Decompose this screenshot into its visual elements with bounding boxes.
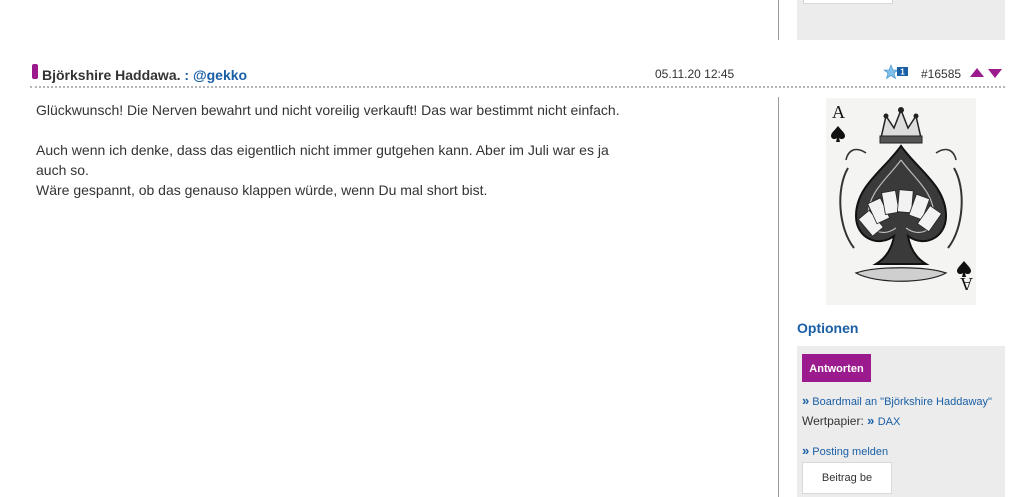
post-marker bbox=[32, 64, 38, 79]
previous-post-divider bbox=[778, 0, 779, 40]
svg-text:A: A bbox=[960, 274, 973, 294]
wertpapier-line: Wertpapier: » DAX bbox=[802, 413, 900, 428]
reply-button[interactable]: Antworten bbox=[802, 354, 871, 382]
vote-up-icon[interactable] bbox=[970, 68, 984, 77]
report-posting-label[interactable]: Posting melden bbox=[812, 446, 888, 458]
previous-post-save-box[interactable] bbox=[803, 0, 893, 4]
double-chevron-icon: » bbox=[802, 393, 810, 408]
wertpapier-label: Wertpapier: bbox=[802, 414, 864, 428]
wertpapier-link[interactable]: DAX bbox=[878, 416, 901, 428]
boardmail-link[interactable]: » Boardmail an "Björkshire Haddaway" bbox=[802, 393, 992, 408]
author-separator: : bbox=[180, 67, 193, 83]
post-date: 05.11.20 12:45 bbox=[655, 67, 735, 81]
double-chevron-icon: » bbox=[802, 443, 810, 458]
previous-post-options-panel bbox=[797, 0, 1005, 40]
reply-to-user[interactable]: @gekko bbox=[193, 67, 247, 83]
report-posting-link[interactable]: » Posting melden bbox=[802, 443, 888, 458]
boardmail-label[interactable]: Boardmail an "Björkshire Haddaway" bbox=[812, 396, 992, 408]
vote-down-icon[interactable] bbox=[988, 69, 1002, 78]
post-paragraph: Glückwunsch! Die Nerven bewahrt und nich… bbox=[36, 102, 620, 118]
options-title: Optionen bbox=[797, 320, 859, 336]
author-name[interactable]: Björkshire Haddawa. bbox=[42, 67, 181, 83]
ace-of-spades-avatar[interactable]: A A bbox=[826, 98, 976, 305]
content-sidebar-divider bbox=[778, 97, 779, 497]
header-separator bbox=[30, 86, 1005, 88]
post-body: Glückwunsch! Die Nerven bewahrt und nich… bbox=[36, 100, 626, 200]
star-rating-icon[interactable]: 1 bbox=[883, 64, 909, 80]
double-chevron-icon: » bbox=[867, 413, 875, 428]
svg-text:A: A bbox=[832, 102, 845, 122]
star-count: 1 bbox=[900, 68, 905, 77]
post-author-line: Björkshire Haddawa. : @gekko bbox=[42, 67, 247, 83]
post-number[interactable]: #16585 bbox=[921, 67, 961, 81]
post-paragraph: Auch wenn ich denke, dass das eigentlich… bbox=[36, 142, 609, 178]
post-paragraph: Wäre gespannt, ob das genauso klappen wü… bbox=[36, 182, 488, 198]
save-post-button[interactable]: Beitrag be bbox=[802, 462, 892, 494]
